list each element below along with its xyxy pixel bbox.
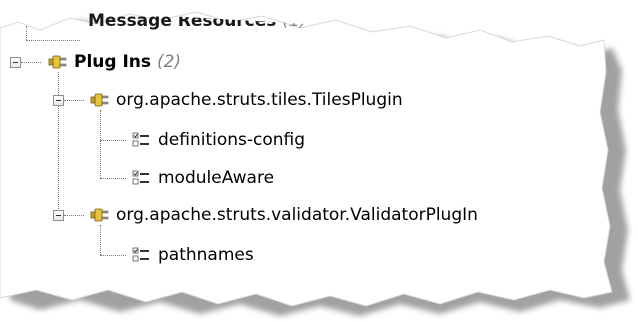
validator-plugin-node[interactable]: org.apache.struts.validator.ValidatorPlu… <box>116 200 478 230</box>
tree-guide-line <box>26 40 80 41</box>
property-label: definitions-config <box>158 130 306 150</box>
tiles-plugin-collapse-toggle[interactable] <box>53 95 64 106</box>
message-resources-count: (1) <box>282 11 307 31</box>
property-node[interactable]: definitions-config <box>158 125 305 155</box>
message-resources-label: Message Resources <box>88 11 277 31</box>
plug-ins-label: Plug Ins <box>74 52 152 72</box>
property-label: moduleAware <box>158 168 275 188</box>
property-icon <box>132 247 149 262</box>
property-node[interactable]: moduleAware <box>158 163 274 193</box>
plug-ins-node[interactable]: Plug Ins (2) <box>74 47 181 77</box>
property-label: pathnames <box>158 245 254 265</box>
tiles-plugin-node[interactable]: org.apache.struts.tiles.TilesPlugin <box>116 85 403 115</box>
plug-ins-collapse-toggle[interactable] <box>10 57 21 68</box>
property-node[interactable]: pathnames <box>158 240 254 270</box>
tree-guide-line <box>100 255 126 256</box>
validator-plugin-label: org.apache.struts.validator.ValidatorPlu… <box>116 205 478 225</box>
property-icon <box>132 170 149 185</box>
tree-guide-line <box>21 62 41 63</box>
tree-guide-line <box>26 26 27 40</box>
screenshot-stage: Message Resources (1) Plug Ins (2) org.a… <box>0 0 638 322</box>
message-resources-node[interactable]: Message Resources (1) <box>88 11 307 36</box>
plugin-tree: Message Resources (1) Plug Ins (2) org.a… <box>0 0 638 322</box>
tree-guide-line <box>100 178 126 179</box>
tree-guide-line <box>100 110 101 178</box>
validator-plugin-collapse-toggle[interactable] <box>53 210 64 221</box>
property-icon <box>132 132 149 147</box>
tree-guide-line <box>64 100 84 101</box>
plug-ins-count: (2) <box>156 52 182 72</box>
tiles-plugin-label: org.apache.struts.tiles.TilesPlugin <box>116 90 403 110</box>
tree-guide-line <box>64 215 84 216</box>
plugin-icon <box>90 208 109 222</box>
tree-guide-line <box>100 225 101 255</box>
plugin-icon <box>48 55 67 69</box>
plugin-icon <box>90 93 109 107</box>
tree-guide-line <box>100 140 126 141</box>
tree-guide-line <box>58 72 59 215</box>
